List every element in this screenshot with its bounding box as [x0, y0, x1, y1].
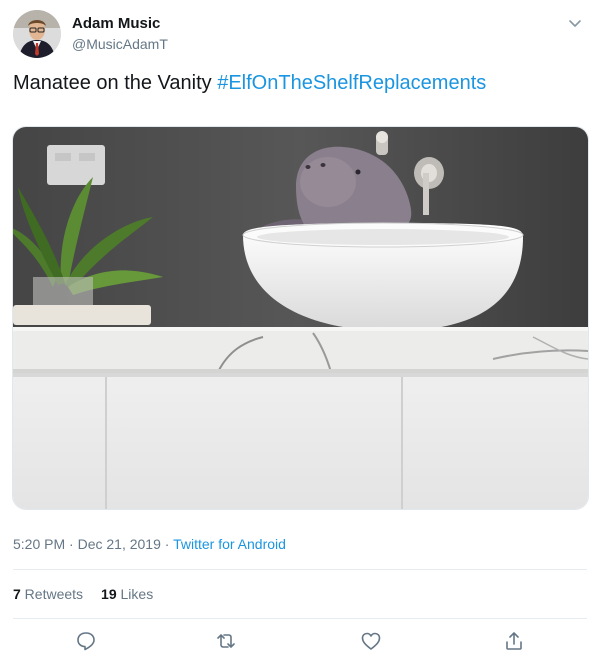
- divider: [13, 569, 587, 570]
- retweet-icon: [217, 634, 235, 648]
- like-button[interactable]: [360, 630, 382, 652]
- avatar[interactable]: [13, 10, 61, 58]
- share-icon: [506, 632, 522, 650]
- tweet-photo[interactable]: [12, 126, 589, 510]
- tweet-body: Manatee on the Vanity: [13, 72, 218, 94]
- share-button[interactable]: [503, 630, 525, 652]
- heart-icon: [361, 632, 381, 650]
- hashtag-link[interactable]: #ElfOnTheShelfReplacements: [217, 72, 486, 94]
- likes-stat[interactable]: 19 Likes: [101, 586, 153, 602]
- author-name[interactable]: Adam Music: [72, 15, 160, 32]
- meta-separator: ·: [160, 536, 174, 552]
- divider: [13, 618, 587, 619]
- likes-count: 19: [101, 586, 117, 602]
- tweet-text: Manatee on the Vanity #ElfOnTheShelfRepl…: [13, 72, 486, 95]
- tweet-card: Adam Music @MusicAdamT Manatee on the Va…: [0, 0, 600, 666]
- meta-separator: ·: [65, 536, 78, 552]
- retweets-label: Retweets: [20, 586, 84, 602]
- tweet-meta: 5:20 PM · Dec 21, 2019 · Twitter for And…: [13, 536, 286, 552]
- tweet-time[interactable]: 5:20 PM: [13, 536, 65, 552]
- reply-button[interactable]: [75, 630, 97, 652]
- retweet-button[interactable]: [215, 630, 237, 652]
- tweet-date[interactable]: Dec 21, 2019: [78, 536, 161, 552]
- tweet-stats: 7 Retweets 19 Likes: [13, 586, 171, 602]
- retweets-stat[interactable]: 7 Retweets: [13, 586, 83, 602]
- avatar-image: [13, 10, 61, 58]
- reply-icon: [77, 632, 95, 651]
- chevron-down-icon[interactable]: [566, 14, 584, 32]
- likes-label: Likes: [116, 586, 154, 602]
- author-handle[interactable]: @MusicAdamT: [72, 36, 168, 52]
- photo-manatee-in-sink: [13, 127, 588, 509]
- retweets-count: 7: [13, 586, 21, 602]
- tweet-source-app[interactable]: Twitter for Android: [173, 536, 286, 552]
